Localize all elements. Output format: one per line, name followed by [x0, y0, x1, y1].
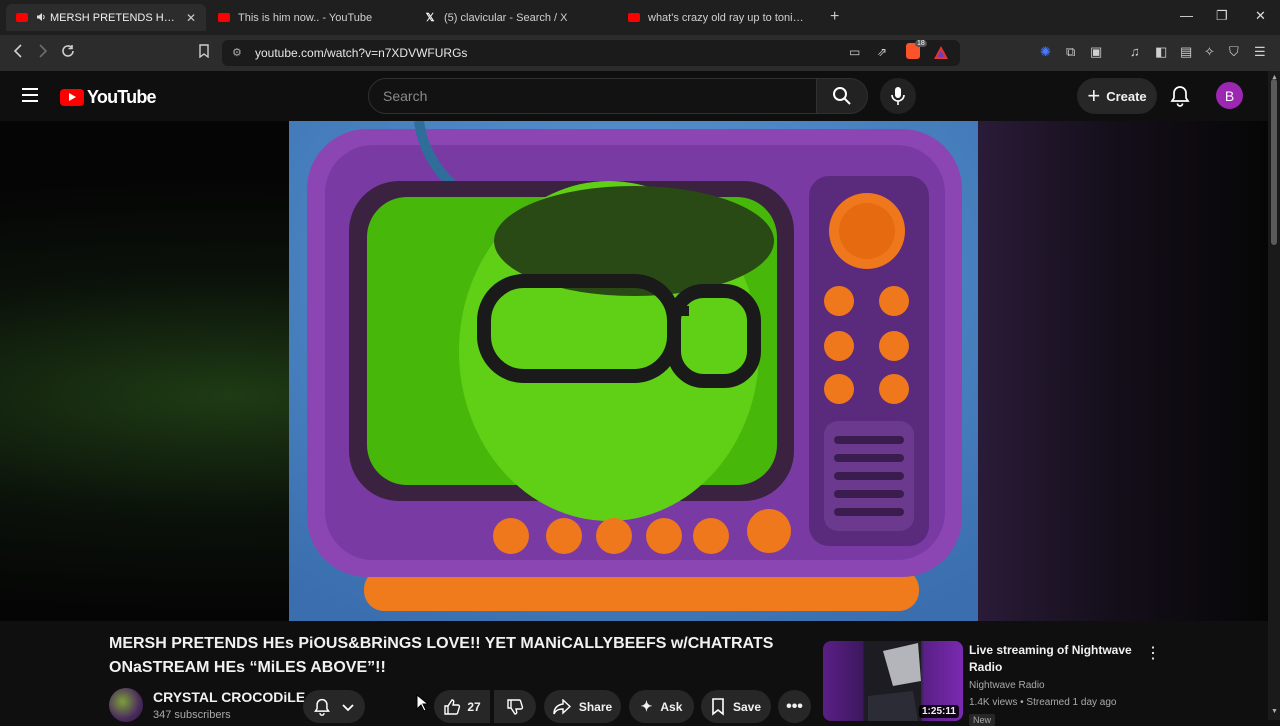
microphone-icon [891, 87, 905, 105]
mouse-cursor-icon [416, 693, 430, 717]
url-text: youtube.com/watch?v=n7XDVWFURGs [255, 46, 468, 60]
address-bar[interactable]: ⚙ youtube.com/watch?v=n7XDVWFURGs ▭ ⇗ 18 [222, 40, 960, 66]
subscription-bell-button[interactable] [303, 690, 365, 723]
browser-tab-2[interactable]: This is him now.. - YouTube [208, 4, 408, 31]
channel-name[interactable]: CRYSTAL CROCODiLE [153, 689, 305, 705]
plus-icon: + [1087, 83, 1101, 108]
tab-title: (5) clavicular - Search / X [444, 11, 568, 24]
recommended-channel[interactable]: Nightwave Radio [969, 680, 1045, 691]
page-scrollbar[interactable]: ▲ ▼ [1268, 71, 1280, 720]
bookmark-icon[interactable] [198, 44, 210, 61]
youtube-play-icon [60, 89, 84, 106]
browser-tab-bar: MERSH PRETENDS HEs PiOUS ✕ This is him n… [0, 0, 1280, 35]
more-vertical-icon[interactable]: ⋮ [1145, 643, 1161, 663]
recommended-meta: 1.4K views • Streamed 1 day ago [969, 697, 1117, 708]
dislike-button[interactable] [494, 690, 536, 723]
tab-title: MERSH PRETENDS HEs PiOUS [50, 11, 178, 24]
tab-title: This is him now.. - YouTube [238, 11, 373, 24]
search-input[interactable] [369, 79, 816, 113]
ambient-glow [978, 121, 1268, 621]
browser-tab-3[interactable]: 𝕏 (5) clavicular - Search / X [414, 4, 614, 31]
recommended-title[interactable]: Live streaming of Nightwave Radio [969, 642, 1139, 676]
ask-button[interactable]: ✦ Ask [629, 690, 694, 723]
back-icon[interactable] [12, 44, 24, 61]
account-avatar[interactable]: B [1216, 82, 1243, 109]
hamburger-menu-icon[interactable] [22, 88, 38, 102]
channel-avatar[interactable] [109, 688, 143, 722]
tab-title: what's crazy old ray up to tonight? (g [648, 11, 808, 24]
browser-tab-4[interactable]: what's crazy old ray up to tonight? (g [618, 4, 818, 31]
site-info-icon[interactable]: ⚙ [232, 46, 242, 59]
save-button[interactable]: Save [701, 690, 771, 723]
scrollbar-thumb[interactable] [1271, 79, 1277, 245]
share-button[interactable]: Share [544, 690, 621, 723]
minimize-icon[interactable]: — [1180, 8, 1193, 23]
screenshot-icon[interactable]: ▣ [1090, 44, 1102, 60]
puzzle-icon[interactable]: ⧉ [1066, 44, 1075, 60]
create-button[interactable]: + Create [1077, 78, 1157, 114]
cast-icon[interactable]: ▭ [849, 45, 860, 59]
bookmark-icon [712, 697, 724, 716]
thumbs-down-icon [507, 698, 524, 715]
create-label: Create [1106, 88, 1147, 104]
close-window-icon[interactable]: ✕ [1255, 8, 1266, 24]
wallet-icon[interactable]: ▤ [1180, 44, 1192, 60]
forward-icon[interactable] [37, 44, 49, 61]
video-frame-image [289, 121, 978, 621]
like-button[interactable]: 27 [434, 690, 490, 723]
video-frame[interactable] [289, 121, 978, 621]
vpn-icon[interactable]: ⛉ [1229, 44, 1239, 60]
more-horizontal-icon: ••• [786, 697, 803, 715]
ask-label: Ask [660, 699, 683, 714]
youtube-logo[interactable]: YouTube [60, 87, 157, 108]
search-box [368, 78, 817, 114]
browser-tab-1[interactable]: MERSH PRETENDS HEs PiOUS ✕ [6, 4, 206, 31]
shield-count-badge: 18 [915, 40, 927, 47]
x-icon: 𝕏 [425, 12, 435, 24]
bell-icon [314, 698, 330, 716]
music-icon[interactable]: ♫ [1130, 44, 1140, 59]
share-page-icon[interactable]: ⇗ [877, 45, 887, 59]
search-button[interactable] [816, 78, 868, 114]
youtube-icon [218, 13, 230, 22]
new-tab-icon[interactable]: + [830, 8, 839, 26]
thumbs-up-icon [444, 698, 461, 715]
more-actions-button[interactable]: ••• [778, 690, 811, 723]
voice-search-button[interactable] [880, 78, 916, 114]
sidebar-icon[interactable]: ◧ [1155, 44, 1167, 60]
chevron-down-icon [342, 703, 354, 711]
sparkle-icon: ✦ [640, 698, 653, 714]
logo-text: YouTube [87, 87, 157, 107]
save-label: Save [732, 699, 762, 714]
new-badge: New [969, 714, 996, 726]
menu-icon[interactable]: ☰ [1254, 44, 1266, 60]
video-duration: 1:25:11 [919, 705, 959, 718]
browser-toolbar: ⚙ youtube.com/watch?v=n7XDVWFURGs ▭ ⇗ 18… [0, 35, 1280, 71]
share-label: Share [578, 699, 613, 714]
close-tab-icon[interactable]: ✕ [186, 11, 196, 25]
notifications-bell-icon[interactable] [1170, 85, 1190, 112]
leo-ai-icon[interactable]: ✧ [1204, 44, 1215, 60]
speaker-icon[interactable] [36, 12, 46, 24]
like-count: 27 [467, 699, 481, 714]
subscriber-count: 347 subscribers [153, 709, 231, 721]
extension-icon[interactable]: ✺ [1040, 44, 1051, 60]
restore-icon[interactable]: ❐ [1216, 8, 1228, 24]
search-icon [833, 87, 851, 105]
reload-icon[interactable] [61, 44, 75, 61]
youtube-icon [16, 13, 28, 22]
youtube-header: YouTube + Create B [0, 71, 1280, 121]
video-title: MERSH PRETENDS HEs PiOUS&BRiNGS LOVE!! Y… [109, 635, 774, 676]
brave-rewards-icon[interactable] [934, 46, 948, 64]
share-icon [553, 698, 571, 715]
video-player[interactable] [0, 121, 1268, 621]
scroll-down-icon[interactable]: ▼ [1271, 708, 1278, 715]
youtube-icon [628, 13, 640, 22]
